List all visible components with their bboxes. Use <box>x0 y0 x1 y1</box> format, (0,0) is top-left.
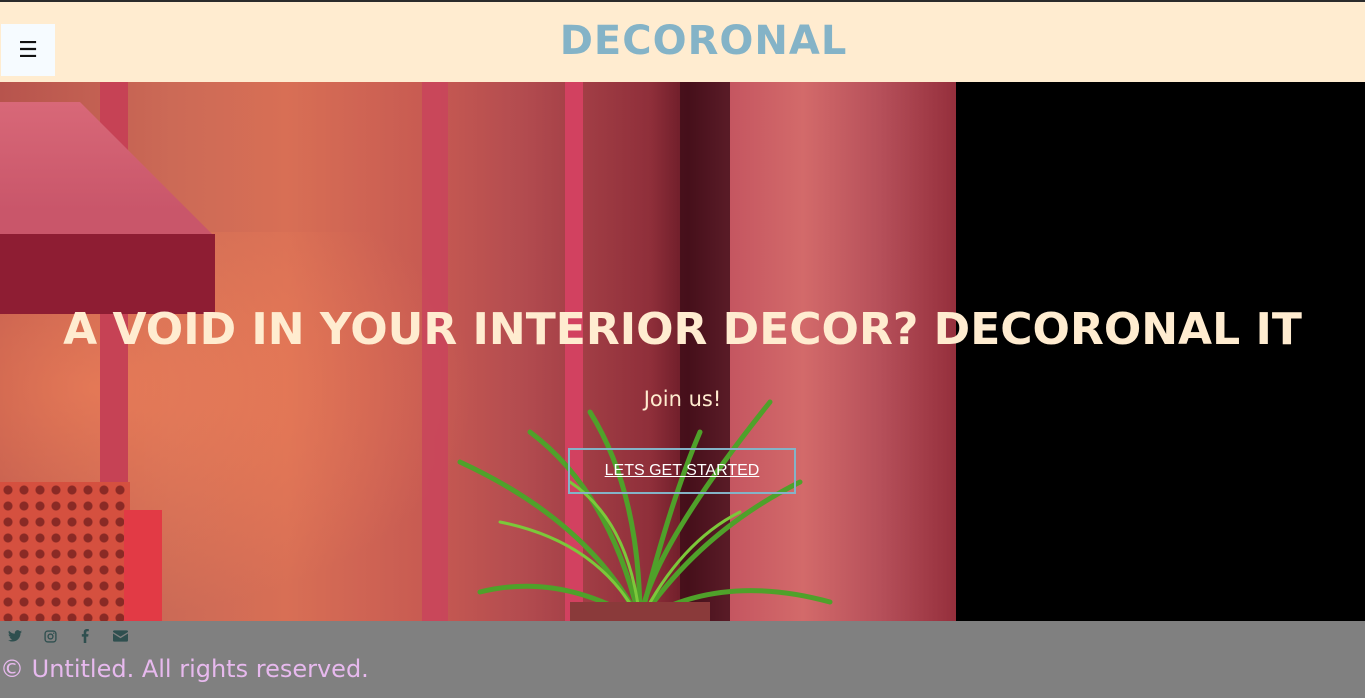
site-header: ☰ DECORONAL <box>0 2 1365 82</box>
site-footer: © Untitled. All rights reserved. <box>0 621 1365 698</box>
facebook-icon[interactable] <box>76 627 94 645</box>
get-started-button[interactable]: LETS GET STARTED <box>568 448 796 494</box>
copyright-text: © Untitled. All rights reserved. <box>0 655 369 683</box>
hero-section: A VOID IN YOUR INTERIOR DECOR? DECORONAL… <box>0 82 1365 621</box>
hero-content: A VOID IN YOUR INTERIOR DECOR? DECORONAL… <box>0 82 1365 621</box>
twitter-icon[interactable] <box>6 627 24 645</box>
email-icon[interactable] <box>111 627 129 645</box>
social-links <box>6 627 129 647</box>
brand-logo[interactable]: DECORONAL <box>21 18 1365 64</box>
hero-subtitle: Join us! <box>643 387 722 411</box>
hero-title: A VOID IN YOUR INTERIOR DECOR? DECORONAL… <box>63 304 1302 355</box>
instagram-icon[interactable] <box>41 627 59 645</box>
